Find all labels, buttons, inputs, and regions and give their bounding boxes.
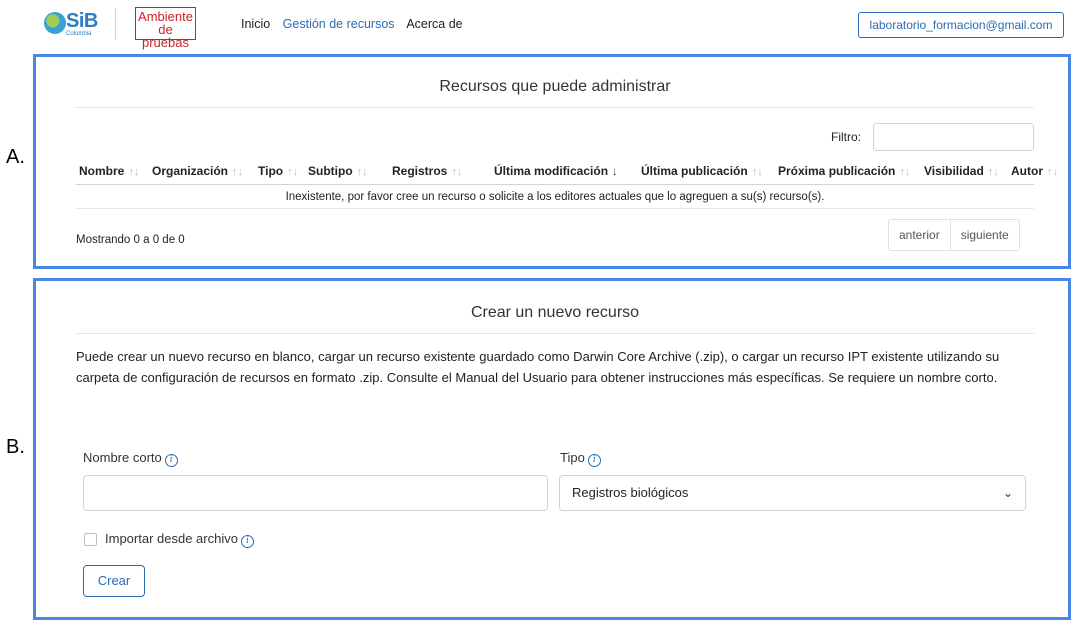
pagination: anterior siguiente [888, 219, 1020, 251]
sandbox-environment-badge: Ambiente de pruebas [135, 7, 196, 49]
create-resource-panel: Crear un nuevo recurso Puede crear un nu… [33, 278, 1071, 620]
sort-icon: ↑↓ [987, 166, 999, 178]
section-marker-b: B. [6, 436, 25, 458]
import-from-file-label: Importar desde archivo i [105, 531, 254, 548]
sib-logo-icon [44, 12, 66, 34]
column-nombre[interactable]: Nombre ↑↓ [79, 164, 139, 178]
import-from-file-checkbox[interactable] [84, 533, 97, 546]
sort-icon: ↑↓ [128, 166, 140, 178]
shortname-label: Nombre corto i [83, 450, 178, 467]
sort-icon: ↑↓ [232, 166, 244, 178]
column-visibilidad[interactable]: Visibilidad ↑↓ [924, 164, 999, 178]
create-resource-title: Crear un nuevo recurso [76, 304, 1034, 334]
sort-icon: ↑↓ [451, 166, 463, 178]
type-label: Tipo i [560, 450, 601, 467]
sort-icon: ↑↓ [751, 166, 763, 178]
main-nav: Inicio Gestión de recursos Acerca de [241, 17, 472, 31]
resources-table-header: Nombre ↑↓ Organización ↑↓ Tipo ↑↓ Subtipo ↑↓… [76, 157, 1058, 185]
table-info: Mostrando 0 a 0 de 0 [76, 234, 185, 246]
chevron-down-icon: ⌄ [1002, 486, 1013, 500]
sort-icon: ↑↓ [356, 166, 368, 178]
column-tipo[interactable]: Tipo ↑↓ [258, 164, 298, 178]
sib-colombia-logo[interactable]: SiB Colombia [44, 8, 106, 38]
type-select[interactable]: Registros biológicos ⌄ [559, 475, 1026, 511]
shortname-input[interactable] [83, 475, 548, 511]
info-icon[interactable]: i [240, 535, 254, 548]
sort-icon: ↑↓ [287, 166, 299, 178]
manage-resources-title: Recursos que puede administrar [76, 78, 1034, 108]
nav-gestion-recursos[interactable]: Gestión de recursos [283, 17, 395, 31]
section-marker-a: A. [6, 146, 25, 168]
logo-divider [115, 8, 116, 40]
sort-icon: ↑↓ [899, 166, 911, 178]
sort-desc-icon: ↓ [612, 166, 618, 178]
sib-logo-text: SiB [66, 10, 98, 32]
column-subtipo[interactable]: Subtipo ↑↓ [308, 164, 368, 178]
sort-icon: ↑↓ [1047, 166, 1058, 178]
nav-inicio[interactable]: Inicio [241, 17, 270, 31]
sib-logo-subtext: Colombia [66, 31, 92, 37]
column-organizacion[interactable]: Organización ↑↓ [152, 164, 243, 178]
type-selected-value: Registros biológicos [572, 485, 689, 500]
user-account-button[interactable]: laboratorio_formacion@gmail.com [858, 12, 1064, 38]
filter-input[interactable] [873, 123, 1034, 151]
column-proxima-publicacion[interactable]: Próxima publicación ↑↓ [778, 164, 910, 178]
filter-label: Filtro: [831, 130, 861, 144]
empty-table-message: Inexistente, por favor cree un recurso o… [76, 185, 1034, 209]
sandbox-line2: de pruebas [142, 22, 189, 50]
top-navbar: SiB Colombia Ambiente de pruebas Inicio … [0, 0, 1080, 50]
column-ultima-modificacion[interactable]: Última modificación ↓ [494, 164, 618, 178]
next-page-button[interactable]: siguiente [949, 220, 1019, 250]
create-button[interactable]: Crear [83, 565, 145, 597]
column-autor[interactable]: Autor ↑↓ [1011, 164, 1058, 178]
previous-page-button[interactable]: anterior [889, 220, 950, 250]
info-icon[interactable]: i [164, 454, 178, 467]
nav-acerca-de[interactable]: Acerca de [406, 17, 462, 31]
column-registros[interactable]: Registros ↑↓ [392, 164, 462, 178]
info-icon[interactable]: i [587, 454, 601, 467]
manage-resources-panel: Recursos que puede administrar Filtro: N… [33, 54, 1071, 269]
create-resource-description: Puede crear un nuevo recurso en blanco, … [76, 349, 1000, 385]
column-ultima-publicacion[interactable]: Última publicación ↑↓ [641, 164, 763, 178]
